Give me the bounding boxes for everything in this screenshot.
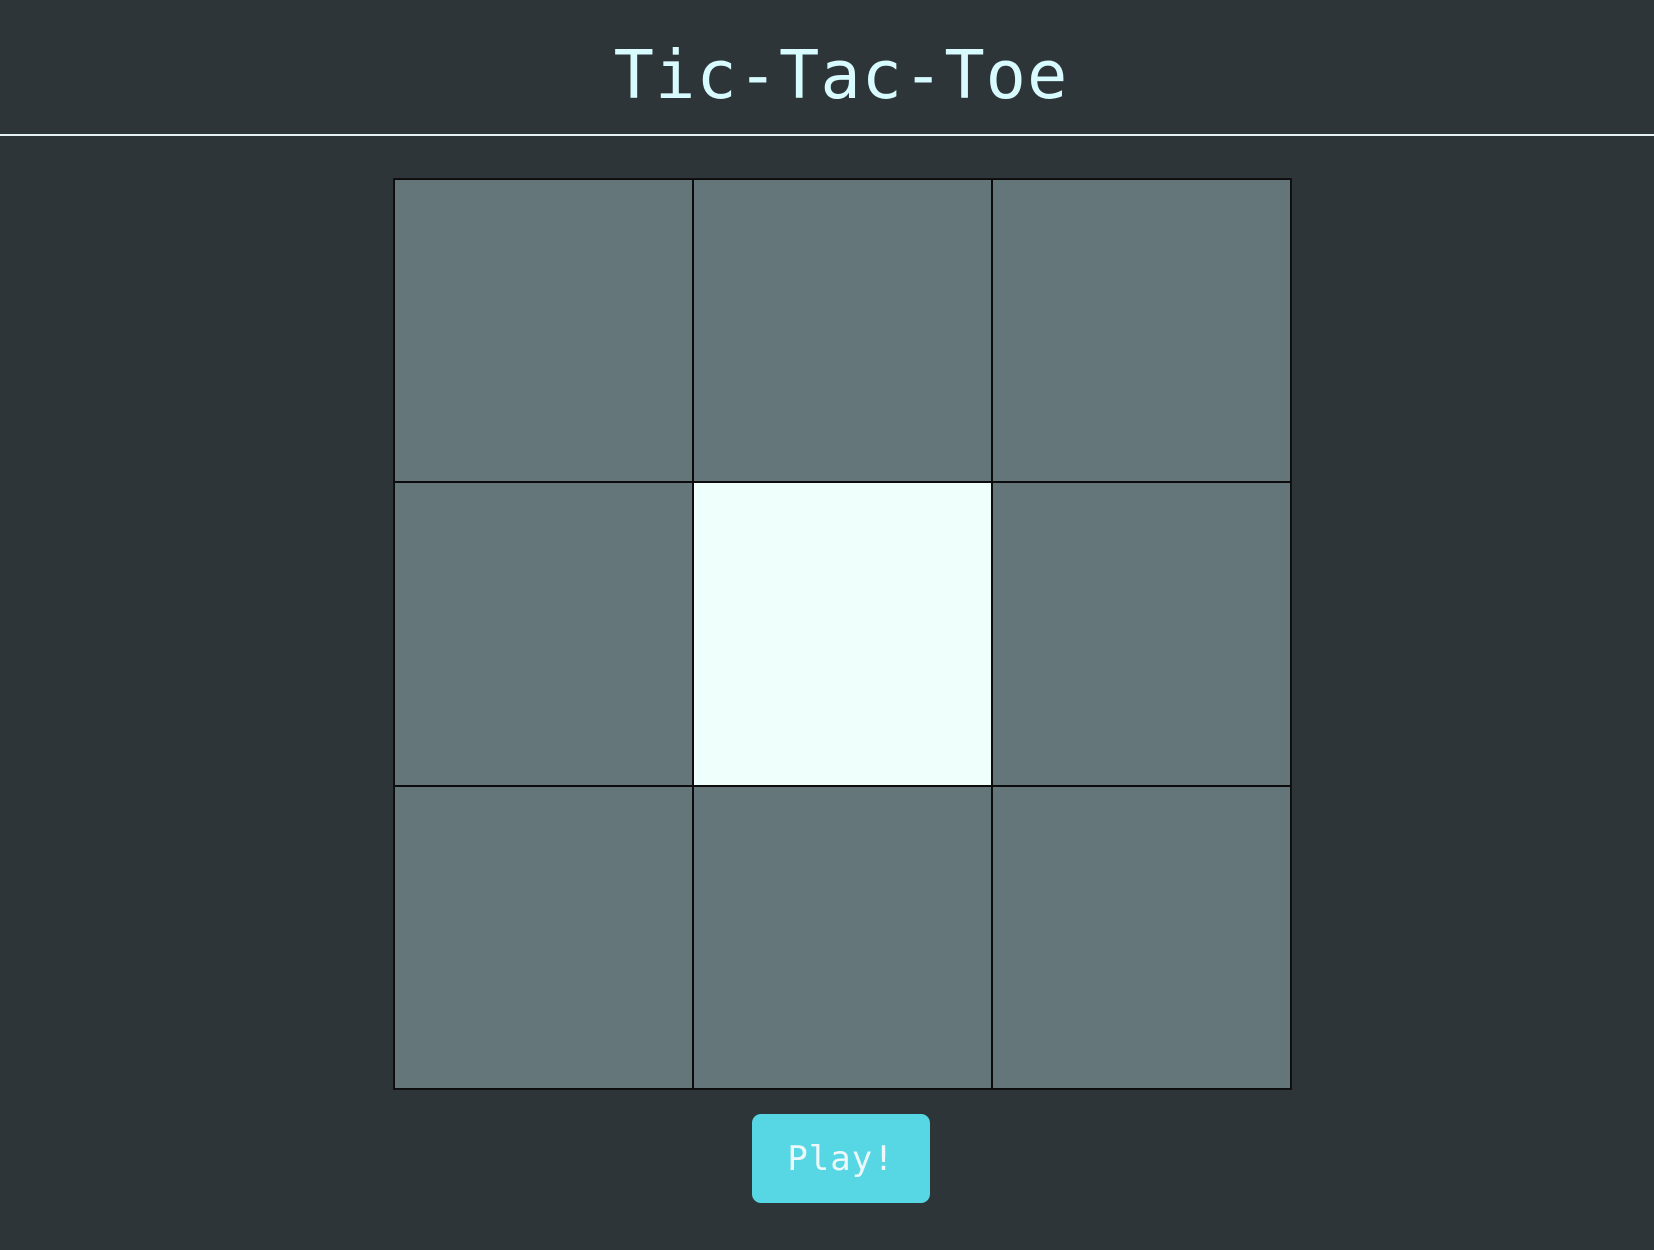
board-cell-4[interactable] bbox=[394, 482, 693, 786]
page-title: Tic-Tac-Toe bbox=[613, 36, 1069, 114]
board-cell-9[interactable] bbox=[992, 785, 1291, 1089]
game-board bbox=[393, 178, 1292, 1090]
header: Tic-Tac-Toe bbox=[0, 0, 1654, 136]
play-button[interactable]: Play! bbox=[752, 1114, 930, 1203]
board-cell-8[interactable] bbox=[693, 785, 992, 1089]
board-cell-6[interactable] bbox=[992, 482, 1291, 786]
board-cell-7[interactable] bbox=[394, 785, 693, 1089]
board-cell-1[interactable] bbox=[394, 179, 693, 483]
board-cell-3[interactable] bbox=[992, 179, 1291, 483]
board-cell-5[interactable] bbox=[693, 482, 992, 786]
board-cell-2[interactable] bbox=[693, 179, 992, 483]
